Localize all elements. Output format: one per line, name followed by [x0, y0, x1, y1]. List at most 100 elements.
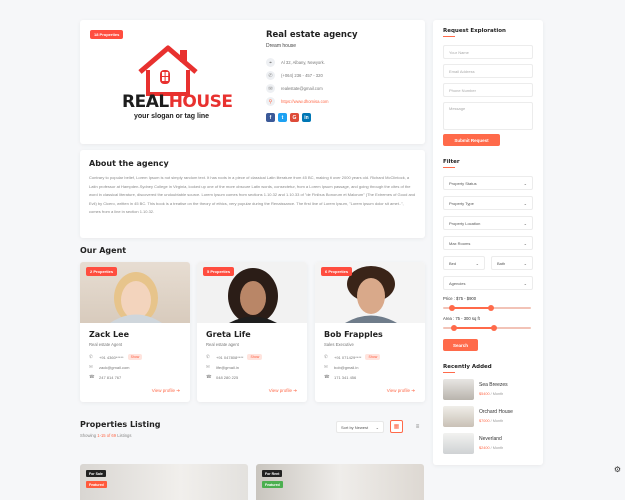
chevron-down-icon: ⌄	[523, 280, 527, 286]
mail-icon: ✉	[206, 364, 210, 369]
recent-property-price: $7000 / Month	[479, 419, 503, 423]
list-icon: ≡	[415, 423, 420, 430]
agent-card[interactable]: 5 Properties Greta Life Real estate agen…	[197, 262, 307, 402]
agent-card[interactable]: 6 Properties Bob Frapples Sales Executiv…	[315, 262, 425, 402]
recent-property-item[interactable]: Orchard House $7000 / Month	[443, 406, 538, 428]
email-text[interactable]: realestate@gmail.com	[281, 86, 323, 91]
property-card[interactable]: For Sale Featured	[80, 464, 248, 500]
agent-role: Real estate Agent	[89, 342, 123, 347]
phone-icon: ✆	[324, 354, 328, 359]
fax-icon: ☎	[206, 374, 212, 379]
price-value: $2400	[479, 446, 490, 450]
message-textarea[interactable]: Message	[443, 102, 533, 130]
grid-view-button[interactable]: ▦	[390, 420, 403, 433]
property-location-select[interactable]: Property Location ⌄	[443, 216, 533, 230]
listing-count: Showing 1-15 of 69 Listings	[80, 433, 131, 438]
chevron-down-icon: ⌄	[523, 220, 527, 226]
agent-name[interactable]: Zack Lee	[89, 330, 181, 339]
website-row: ⚲ https://www.dhomisa.com	[266, 95, 416, 108]
recent-property-thumb	[443, 406, 474, 427]
address-row: ⌖ Al 32, Albany, Newyork.	[266, 56, 416, 69]
max-rooms-label: Max Rooms	[449, 240, 471, 246]
area-range-slider[interactable]	[443, 325, 531, 331]
show-phone-button[interactable]: Show	[365, 354, 381, 360]
fax-icon: ☎	[324, 374, 330, 379]
name-input[interactable]: Your Name	[443, 45, 533, 59]
logo-slogan: your slogan or tag line	[134, 113, 210, 120]
show-phone-button[interactable]: Show	[247, 354, 263, 360]
logo-text-house: HOUSE	[168, 92, 233, 112]
agent-fax: 247 814 767	[99, 374, 122, 380]
properties-heading: Properties Listing	[80, 420, 161, 429]
property-status-select[interactable]: Property Status ⌄	[443, 176, 533, 190]
view-profile-link[interactable]: View profile ➔	[387, 388, 415, 394]
property-card[interactable]: For Rent Featured	[256, 464, 424, 500]
recently-added-title: Recently Added	[443, 364, 492, 373]
agent-email[interactable]: zack@gmail.com	[99, 365, 130, 370]
facebook-icon[interactable]: f	[266, 113, 275, 122]
submit-request-button[interactable]: Submit Request	[443, 134, 500, 146]
area-range-label: Area : 75 - 300 sq ft	[443, 316, 480, 321]
linkedin-icon[interactable]: in	[302, 113, 311, 122]
recent-property-item[interactable]: Neverland $2400 / Month	[443, 433, 538, 455]
list-view-button[interactable]: ≡	[411, 420, 424, 433]
agent-properties-badge: 6 Properties	[321, 267, 353, 276]
google-icon[interactable]: G	[290, 113, 299, 122]
price-period: / Month	[489, 446, 504, 450]
phone-row: ✆ (+064) 236 - 457 - 320	[266, 69, 416, 82]
show-phone-button[interactable]: Show	[127, 354, 143, 360]
social-links: f t Gin	[266, 113, 416, 122]
link-icon: ⚲	[266, 97, 275, 106]
rent-tag: For Rent	[262, 470, 283, 477]
agent-name[interactable]: Bob Frapples	[324, 330, 416, 339]
agent-phone: +91 071429****	[334, 354, 362, 360]
agent-email[interactable]: bob@gmail.in	[334, 365, 359, 370]
recent-property-price: $2400 / Month	[479, 446, 503, 450]
agent-email[interactable]: life@gmail.in	[216, 365, 239, 370]
chevron-down-icon: ⌄	[523, 240, 527, 246]
about-text: Contrary to popular belief, Lorem Ipsum …	[89, 175, 416, 214]
price-range-slider[interactable]	[443, 305, 531, 311]
agent-fax: 048 280 225	[216, 374, 239, 380]
bed-select[interactable]: Bed ⌄	[443, 256, 485, 270]
phone-input[interactable]: Phone Number	[443, 83, 533, 97]
count-range: 1-15 of 69	[97, 433, 117, 438]
website-link[interactable]: https://www.dhomisa.com	[281, 99, 328, 104]
area-range-fill	[453, 327, 495, 329]
agency-info: Real estate agency Dream house ⌖ Al 32, A…	[266, 30, 416, 122]
view-profile-label: View profile	[151, 388, 175, 393]
bath-select[interactable]: Bath ⌄	[491, 256, 533, 270]
arrow-right-icon: ➔	[176, 388, 180, 393]
agent-properties-badge: 5 Properties	[203, 267, 235, 276]
property-type-label: Property Type	[449, 200, 474, 206]
recent-property-price: $5400 / Month	[479, 392, 503, 396]
area-min-handle[interactable]	[450, 325, 457, 331]
max-rooms-select[interactable]: Max Rooms ⌄	[443, 236, 533, 250]
agent-photo: 6 Properties	[315, 262, 425, 323]
mail-icon: ✉	[89, 364, 93, 369]
property-type-select[interactable]: Property Type ⌄	[443, 196, 533, 210]
view-profile-link[interactable]: View profile ➔	[269, 388, 297, 394]
agency-name: Real estate agency	[266, 30, 358, 40]
agent-card[interactable]: 2 Properties Zack Lee Real estate Agent …	[80, 262, 190, 402]
email-input[interactable]: Email Address	[443, 64, 533, 78]
view-profile-link[interactable]: View profile ➔	[152, 388, 180, 394]
twitter-icon[interactable]: t	[278, 113, 287, 122]
logo-text-real: REAL	[122, 92, 169, 112]
agent-phone-row: ✆ +91 047808**** Show	[206, 352, 298, 362]
agent-name[interactable]: Greta Life	[206, 330, 298, 339]
bath-label: Bath	[497, 260, 506, 266]
price-min-handle[interactable]	[448, 305, 455, 311]
bed-label: Bed	[449, 260, 457, 266]
gear-icon[interactable]: ⚙	[612, 464, 623, 475]
recent-property-name: Orchard House	[479, 409, 513, 415]
agent-role: Real estate agent	[206, 342, 239, 347]
property-location-label: Property Location	[449, 220, 481, 226]
search-button[interactable]: Search	[443, 339, 478, 351]
recent-property-item[interactable]: Sea Breezes $5400 / Month	[443, 379, 538, 401]
phone-text: (+064) 236 - 457 - 320	[281, 73, 323, 78]
property-status-label: Property Status	[449, 180, 477, 186]
sort-dropdown[interactable]: Sort by Newest ⌄	[336, 421, 384, 433]
area-max-handle[interactable]	[491, 325, 498, 331]
agencies-select[interactable]: Agencies ⌄	[443, 276, 533, 290]
